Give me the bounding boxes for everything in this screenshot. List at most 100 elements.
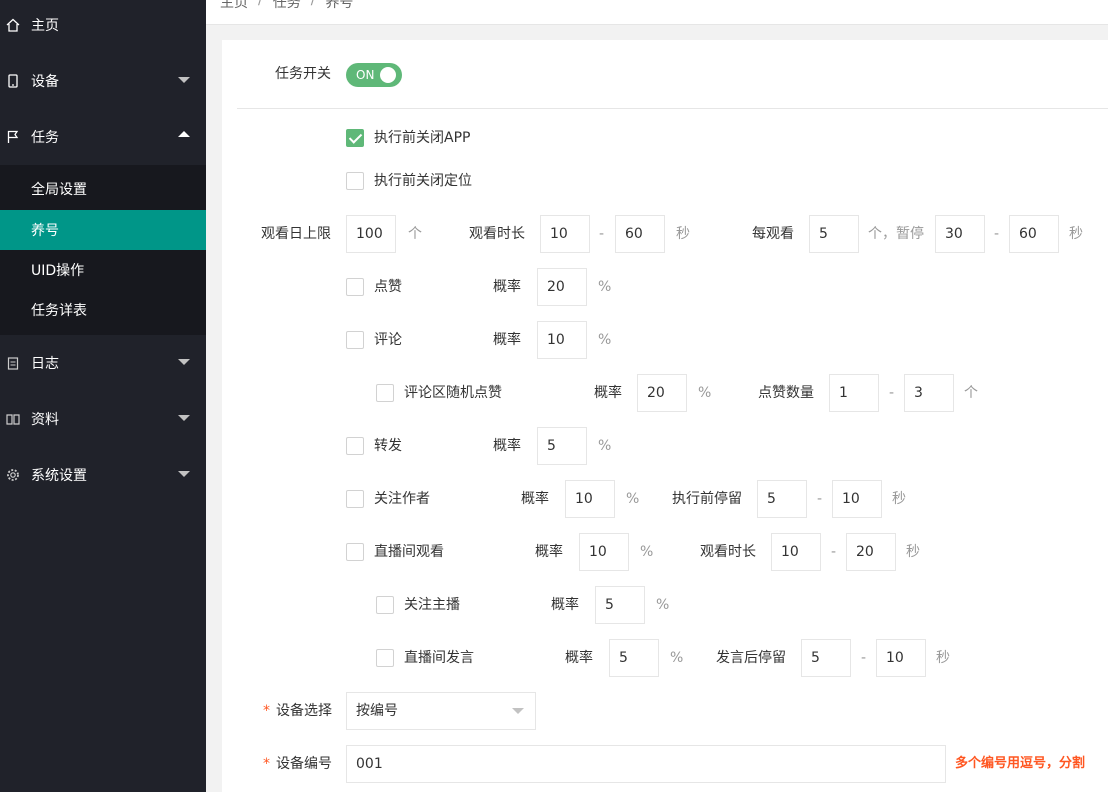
- pause-min-input[interactable]: 30: [935, 215, 985, 253]
- stay-after-min-input[interactable]: 5: [801, 639, 851, 677]
- live-prob-label: 概率: [535, 544, 563, 560]
- speak-prob-input[interactable]: 5: [609, 639, 659, 677]
- home-icon: [6, 18, 20, 32]
- live-prob-input[interactable]: 10: [579, 533, 629, 571]
- nav-material-label: 资料: [31, 412, 59, 428]
- range-dash: -: [994, 226, 1000, 242]
- watch-duration-max-input[interactable]: 60: [615, 215, 665, 253]
- comment-like-label: 评论区随机点赞: [404, 385, 502, 401]
- required-mark: *: [263, 756, 270, 772]
- comment-label: 评论: [374, 332, 402, 348]
- live-duration-max-input[interactable]: 20: [846, 533, 896, 571]
- percent-unit: %: [670, 650, 684, 666]
- range-dash: -: [861, 650, 867, 666]
- nav-device[interactable]: 设备: [0, 53, 206, 109]
- nav-log[interactable]: 日志: [0, 335, 206, 391]
- nav-task-label: 任务: [31, 130, 59, 146]
- share-prob-input[interactable]: 5: [537, 427, 587, 465]
- watch-duration-min-input[interactable]: 10: [540, 215, 590, 253]
- follow-author-checkbox[interactable]: [346, 490, 364, 508]
- device-no-label: * 设备编号: [263, 754, 332, 774]
- percent-unit: %: [626, 491, 640, 507]
- nav-task[interactable]: 任务: [0, 109, 206, 165]
- close-location-label: 执行前关闭定位: [374, 173, 472, 189]
- chevron-up-icon: [178, 131, 190, 137]
- breadcrumb-home[interactable]: 主页: [220, 0, 248, 12]
- breadcrumb-task[interactable]: 任务: [273, 0, 301, 12]
- share-label: 转发: [374, 438, 402, 454]
- stay-before-max-input[interactable]: 10: [832, 480, 882, 518]
- like-count-min-input[interactable]: 1: [829, 374, 879, 412]
- task-switch-toggle[interactable]: ON: [346, 63, 402, 87]
- nav-home[interactable]: 主页: [0, 0, 206, 53]
- device-select-dropdown[interactable]: 按编号: [346, 692, 536, 730]
- live-watch-checkbox[interactable]: [346, 543, 364, 561]
- breadcrumb-separator: /: [258, 0, 263, 8]
- stay-before-label: 执行前停留: [672, 491, 742, 507]
- pause-unit: 秒: [1069, 226, 1083, 242]
- breadcrumb: 主页 / 任务 / 养号: [220, 0, 353, 12]
- device-no-tip: 多个编号用逗号，分割: [955, 756, 1086, 771]
- nav-log-label: 日志: [31, 356, 59, 372]
- follow-author-label: 关注作者: [374, 491, 430, 507]
- device-no-input[interactable]: 001: [346, 745, 946, 783]
- header: 主页 / 任务 / 养号: [206, 0, 1108, 25]
- task-switch-label: 任务开关: [275, 66, 331, 82]
- comment-like-checkbox[interactable]: [376, 384, 394, 402]
- follow-prob-input[interactable]: 10: [565, 480, 615, 518]
- device-select-label-text: 设备选择: [276, 703, 332, 719]
- chevron-down-icon: [178, 471, 190, 477]
- chevron-down-icon: [178, 415, 190, 421]
- comment-like-prob-input[interactable]: 20: [637, 374, 687, 412]
- watch-limit-unit: 个: [408, 226, 422, 242]
- sub-item-uid-operation[interactable]: UID操作: [0, 250, 206, 290]
- pause-max-input[interactable]: 60: [1009, 215, 1059, 253]
- like-count-max-input[interactable]: 3: [904, 374, 954, 412]
- nav-material[interactable]: 资料: [0, 391, 206, 447]
- share-checkbox[interactable]: [346, 437, 364, 455]
- percent-unit: %: [598, 438, 612, 454]
- follow-host-label: 关注主播: [404, 597, 460, 613]
- sub-item-account-nurturing[interactable]: 养号: [0, 210, 206, 250]
- like-prob-input[interactable]: 20: [537, 268, 587, 306]
- stay-before-min-input[interactable]: 5: [757, 480, 807, 518]
- flag-icon: [6, 130, 20, 144]
- pause-label: 个，暂停: [868, 226, 924, 242]
- range-dash: -: [831, 544, 837, 560]
- chevron-down-icon: [512, 708, 524, 714]
- breadcrumb-current: 养号: [325, 0, 354, 11]
- follow-host-prob-input[interactable]: 5: [595, 586, 645, 624]
- like-prob-label: 概率: [493, 279, 521, 295]
- share-prob-label: 概率: [493, 438, 521, 454]
- watch-duration-unit: 秒: [676, 226, 690, 242]
- stay-after-label: 发言后停留: [716, 650, 786, 666]
- chevron-down-icon: [178, 77, 190, 83]
- comment-prob-input[interactable]: 10: [537, 321, 587, 359]
- close-app-label: 执行前关闭APP: [374, 130, 471, 146]
- range-dash: -: [599, 226, 605, 242]
- phone-icon: [6, 74, 20, 88]
- like-checkbox[interactable]: [346, 278, 364, 296]
- speak-prob-label: 概率: [565, 650, 593, 666]
- live-watch-label: 直播间观看: [374, 544, 444, 560]
- live-duration-unit: 秒: [906, 544, 920, 560]
- live-duration-min-input[interactable]: 10: [771, 533, 821, 571]
- live-speak-checkbox[interactable]: [376, 649, 394, 667]
- sub-item-global-settings[interactable]: 全局设置: [0, 169, 206, 209]
- per-watch-input[interactable]: 5: [809, 215, 859, 253]
- watch-limit-input[interactable]: 100: [346, 215, 396, 253]
- close-location-checkbox[interactable]: [346, 172, 364, 190]
- device-select-label: * 设备选择: [263, 701, 332, 721]
- book-icon: [6, 412, 20, 426]
- range-dash: -: [889, 385, 895, 401]
- follow-host-checkbox[interactable]: [376, 596, 394, 614]
- stay-after-max-input[interactable]: 10: [876, 639, 926, 677]
- switch-knob: [380, 67, 396, 83]
- task-submenu: 全局设置 养号 UID操作 任务详表: [0, 165, 206, 335]
- sub-item-task-detail[interactable]: 任务详表: [0, 290, 206, 330]
- comment-checkbox[interactable]: [346, 331, 364, 349]
- comment-prob-label: 概率: [493, 332, 521, 348]
- nav-system-settings[interactable]: 系统设置: [0, 447, 206, 503]
- close-app-checkbox[interactable]: [346, 129, 364, 147]
- divider: [237, 108, 1108, 109]
